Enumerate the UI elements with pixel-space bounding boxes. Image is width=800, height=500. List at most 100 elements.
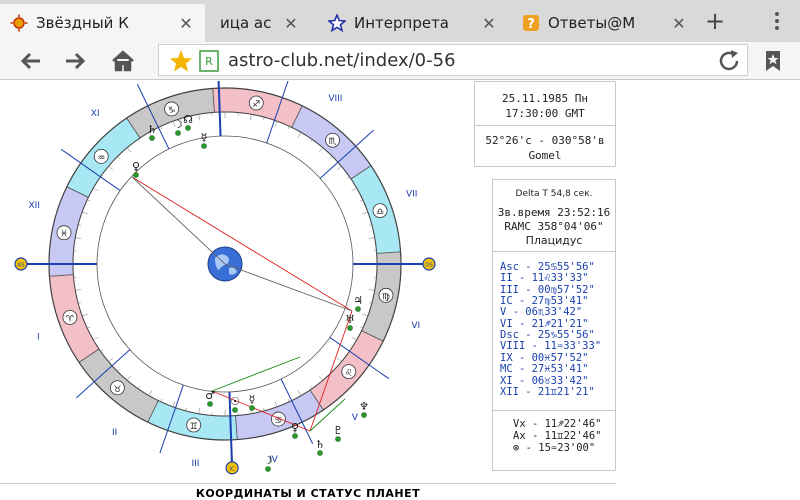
planet-glyph: ☉ <box>230 395 240 408</box>
tab-strip: Звёздный К ✕ ица ас ✕ Интерпрета ✕ ? Отв… <box>0 0 800 42</box>
house-cusp-row: VIII - 11♒33'33" <box>500 340 602 353</box>
house-cusp-row: VI - 21♐21'21" <box>500 317 589 330</box>
planet-glyph: ♄ <box>315 438 325 451</box>
page-content: ♈♉♊♋♌♍♎♏♐♑♒♓IIIIIIIVVVIVIIVIIIIXXXIXIIAS… <box>0 81 800 500</box>
sidereal-time: Зв.время 23:52:16 <box>497 206 611 219</box>
zodiac-sign-icon: ♏ <box>329 137 337 147</box>
close-tab-icon[interactable]: ✕ <box>480 14 498 33</box>
planet-glyph: ♅ <box>345 313 355 326</box>
birth-time: 17:30:00 GMT <box>505 107 585 120</box>
divider <box>493 410 615 411</box>
divider <box>0 483 616 484</box>
tab-1[interactable]: Звёздный К ✕ <box>0 4 205 42</box>
zodiac-sign-icon: ♑ <box>168 106 176 116</box>
house-cusp-row: MC - 27♓53'41" <box>500 363 589 376</box>
zodiac-sign-icon: ♊ <box>190 422 198 432</box>
special-point-row: Ax - 11♊22'46" <box>513 430 602 442</box>
close-tab-icon[interactable]: ✕ <box>670 14 688 33</box>
tab-4[interactable]: ? Ответы@М ✕ <box>512 4 698 42</box>
house-cusp-row: III - 00♍57'52" <box>500 283 595 296</box>
planet-dot <box>201 143 207 149</box>
zodiac-sign-icon: ♎ <box>376 208 384 218</box>
svg-text:R: R <box>205 55 213 68</box>
site-info-icon[interactable]: R <box>196 48 222 74</box>
tab-title: Звёздный К <box>36 14 129 32</box>
house-number: XI <box>91 109 100 119</box>
planet-glyph: ♇ <box>333 424 343 437</box>
house-number: VI <box>411 321 420 331</box>
house-cusp-row: Dsc - 25♑55'56" <box>500 329 595 342</box>
home-icon[interactable] <box>110 48 136 74</box>
zodiac-sign-icon: ♌ <box>345 369 353 379</box>
planet-dot <box>149 135 155 141</box>
birth-date: 25.11.1985 Пн <box>501 92 589 105</box>
planet-dot <box>335 436 341 442</box>
zodiac-sign-icon: ♉ <box>113 385 121 395</box>
planet-glyph: ♃ <box>353 294 363 307</box>
tab-title: Интерпрета <box>354 14 450 32</box>
zodiac-sign-icon: ♐ <box>252 100 260 110</box>
house-cusp-row: IX - 00♓57'52" <box>500 351 589 364</box>
tab-title: ица ас <box>220 14 272 32</box>
planet-dot <box>347 325 353 331</box>
zodiac-sign-icon: ♈ <box>66 314 75 324</box>
house-cusp-row: II - 11♌33'33" <box>500 272 589 285</box>
zodiac-sign-icon: ♒ <box>97 153 105 163</box>
reload-icon[interactable] <box>716 48 742 74</box>
house-number: VII <box>406 189 417 199</box>
planet-dot <box>185 125 191 131</box>
house-cusp-row: Asc - 25♋55'56" <box>500 261 595 273</box>
special-point-row: Vx - 11♐22'46" <box>513 418 602 430</box>
new-tab-button[interactable]: + <box>702 8 728 34</box>
birth-city: Gomel <box>528 149 562 162</box>
planet-dot <box>207 401 213 407</box>
question-icon: ? <box>523 15 539 32</box>
tab-title: Ответы@М <box>548 14 636 32</box>
planet-glyph: ♀ <box>132 160 140 173</box>
back-icon[interactable] <box>18 48 44 74</box>
planet-dot <box>249 405 255 411</box>
house-number: III <box>191 459 199 469</box>
birth-data-box: 25.11.1985 Пн 17:30:00 GMT 52°26'с - 030… <box>474 81 616 167</box>
house-system: Плацидус <box>525 234 583 247</box>
planet-glyph: ♀ <box>291 421 299 434</box>
planet-glyph: ♄ <box>147 123 157 136</box>
planet-dot <box>317 450 323 456</box>
star-icon <box>328 14 346 32</box>
delta-t: Delta T 54,8 сек. <box>515 189 593 199</box>
tab-2[interactable]: ица ас ✕ <box>210 4 310 42</box>
special-point-row: ⊗ - 15♒23'00" <box>513 442 596 454</box>
planet-dot <box>133 172 139 178</box>
ramc: RAMC 358°04'06" <box>504 220 604 233</box>
forward-icon[interactable] <box>62 48 88 74</box>
zodiac-sign-icon: ♓ <box>60 230 68 240</box>
menu-icon[interactable] <box>772 10 782 32</box>
planet-dot <box>175 130 181 136</box>
house-number: XII <box>29 201 40 211</box>
planet-dot <box>355 306 361 312</box>
planet-glyph: ☽ <box>263 454 273 467</box>
dsc-label: DS <box>425 263 433 269</box>
bookmarks-icon[interactable] <box>760 48 786 74</box>
house-cusp-row: XI - 06♉33'42" <box>500 374 589 387</box>
house-number: VIII <box>328 94 342 104</box>
ic-label: IC <box>229 466 235 472</box>
planet-dot <box>265 466 271 472</box>
planet-glyph: ☿ <box>249 393 256 406</box>
house-cusp-row: XII - 21♊21'21" <box>500 385 595 398</box>
close-tab-icon[interactable]: ✕ <box>177 14 195 33</box>
planet-dot <box>232 407 238 413</box>
zodiac-sign-icon: ♋ <box>274 416 282 426</box>
asc-label: AS <box>17 263 25 269</box>
close-tab-icon[interactable]: ✕ <box>282 14 300 33</box>
tab-3[interactable]: Интерпрета ✕ <box>318 4 508 42</box>
section-heading: КООРДИНАТЫ И СТАТУС ПЛАНЕТ <box>195 487 421 500</box>
zodiac-sign-icon: ♍ <box>382 292 390 302</box>
planet-glyph: ☊ <box>183 113 193 126</box>
svg-text:?: ? <box>527 17 535 32</box>
planet-dot <box>292 433 298 439</box>
bookmark-star-icon[interactable] <box>168 48 194 74</box>
house-number: V <box>352 413 359 423</box>
url-text: astro-club.net/index/0-56 <box>228 50 456 71</box>
planet-glyph: ♂ <box>205 389 215 402</box>
